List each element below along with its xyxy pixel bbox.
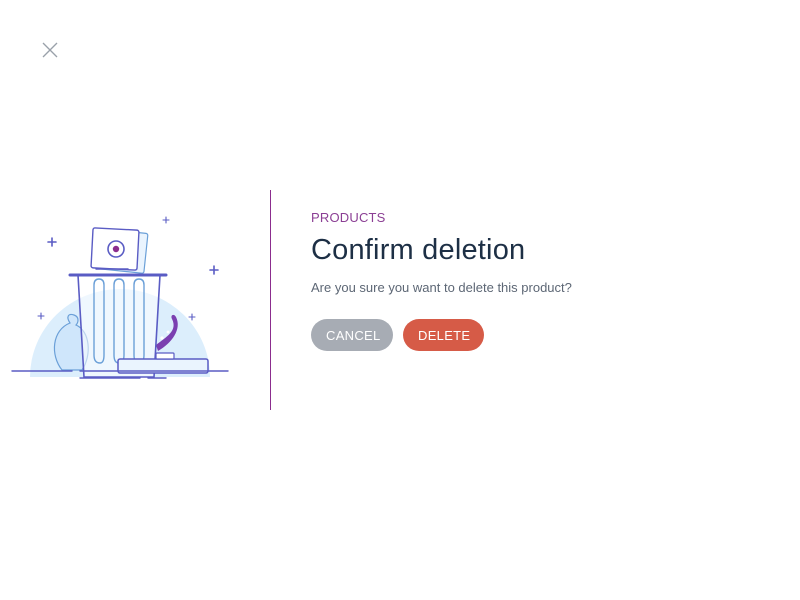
cancel-button[interactable]: CANCEL bbox=[311, 319, 393, 351]
dialog-title: Confirm deletion bbox=[311, 234, 526, 266]
delete-button[interactable]: DELETE bbox=[403, 319, 484, 351]
vertical-divider bbox=[270, 190, 271, 410]
close-icon bbox=[42, 42, 58, 58]
confirm-dialog: PRODUCTS Confirm deletion Are you sure y… bbox=[311, 210, 771, 351]
trash-can-illustration bbox=[10, 205, 232, 385]
close-button[interactable] bbox=[40, 40, 60, 60]
dialog-message: Are you sure you want to delete this pro… bbox=[311, 280, 572, 295]
section-label: PRODUCTS bbox=[311, 210, 386, 225]
dialog-actions: CANCEL DELETE bbox=[311, 319, 771, 351]
